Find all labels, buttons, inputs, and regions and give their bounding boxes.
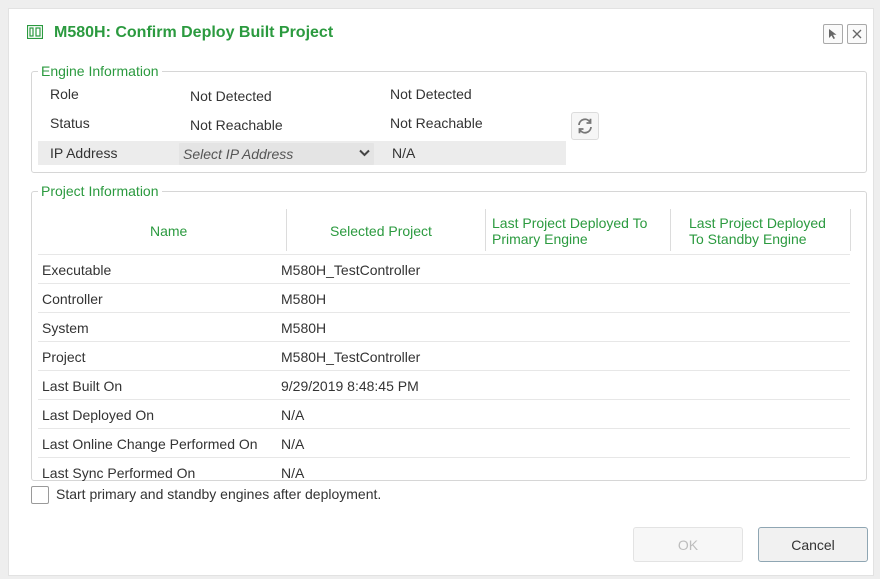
row-selected: M580H [281, 291, 327, 307]
table-row: Executable M580H_TestController [38, 254, 850, 284]
role-label: Role [50, 86, 79, 102]
status-label: Status [50, 115, 90, 131]
row-name: Project [42, 349, 86, 365]
engine-information-legend: Engine Information [41, 63, 159, 79]
row-selected: 9/29/2019 8:48:45 PM [281, 378, 419, 394]
row-selected: M580H [281, 320, 327, 336]
project-information-group: Project Information Name Selected Projec… [31, 183, 867, 481]
row-name: System [42, 320, 89, 336]
column-header-last-deployed-standby: Last Project Deployed To Standby Engine [689, 215, 826, 247]
ok-button[interactable]: OK [633, 527, 743, 562]
header-line: To Standby Engine [689, 231, 807, 247]
table-row: Last Deployed On N/A [38, 399, 850, 429]
row-name: Controller [42, 291, 103, 307]
column-divider [286, 209, 287, 251]
header-line: Primary Engine [492, 231, 588, 247]
header-line: Last Project Deployed To [492, 215, 648, 231]
ip-address-select[interactable]: Select IP Address [179, 143, 374, 165]
row-selected: N/A [281, 407, 305, 423]
row-selected: N/A [281, 436, 305, 452]
dialog-titlebar: M580H: Confirm Deploy Built Project [9, 9, 873, 51]
dialog-title: M580H: Confirm Deploy Built Project [54, 24, 334, 41]
refresh-icon [576, 117, 594, 135]
header-line: Last Project Deployed [689, 215, 826, 231]
table-row: System M580H [38, 312, 850, 342]
role-primary-value: Not Detected [190, 88, 272, 104]
row-name: Last Sync Performed On [42, 465, 196, 481]
start-engines-label: Start primary and standby engines after … [56, 486, 382, 502]
row-name: Last Online Change Performed On [42, 436, 258, 452]
row-name: Last Deployed On [42, 407, 155, 423]
ip-address-label: IP Address [50, 145, 118, 161]
column-header-selected-project: Selected Project [330, 223, 432, 239]
status-standby-value: Not Reachable [390, 115, 483, 131]
table-row: Project M580H_TestController [38, 341, 850, 371]
table-row: Controller M580H [38, 283, 850, 313]
project-information-legend: Project Information [41, 183, 159, 199]
pointer-help-icon[interactable] [823, 24, 843, 44]
start-engines-checkbox[interactable] [31, 486, 49, 504]
row-selected: M580H_TestController [281, 349, 421, 365]
ip-address-placeholder: Select IP Address [183, 146, 294, 162]
project-table: Name Selected Project Last Project Deplo… [32, 199, 866, 487]
row-selected: N/A [281, 465, 305, 481]
column-header-name: Name [150, 223, 188, 239]
column-header-last-deployed-primary: Last Project Deployed To Primary Engine [492, 215, 647, 247]
column-divider [850, 209, 851, 251]
cancel-button[interactable]: Cancel [758, 527, 868, 562]
engine-information-group: Engine Information Role Not Detected Not… [31, 63, 867, 173]
refresh-button[interactable] [571, 112, 599, 140]
table-row: Last Built On 9/29/2019 8:48:45 PM [38, 370, 850, 400]
column-divider [670, 209, 671, 251]
chevron-down-icon [359, 146, 370, 160]
controller-icon [26, 24, 44, 40]
close-icon[interactable] [847, 24, 867, 44]
role-standby-value: Not Detected [390, 86, 472, 102]
table-row: Last Sync Performed On N/A [38, 457, 850, 487]
column-divider [485, 209, 486, 251]
row-name: Last Built On [42, 378, 123, 394]
row-selected: M580H_TestController [281, 262, 421, 278]
ip-address-standby-value: N/A [392, 145, 416, 161]
row-name: Executable [42, 262, 112, 278]
table-row: Last Online Change Performed On N/A [38, 428, 850, 458]
confirm-deploy-dialog: M580H: Confirm Deploy Built Project Engi… [8, 8, 874, 576]
status-primary-value: Not Reachable [190, 117, 283, 133]
